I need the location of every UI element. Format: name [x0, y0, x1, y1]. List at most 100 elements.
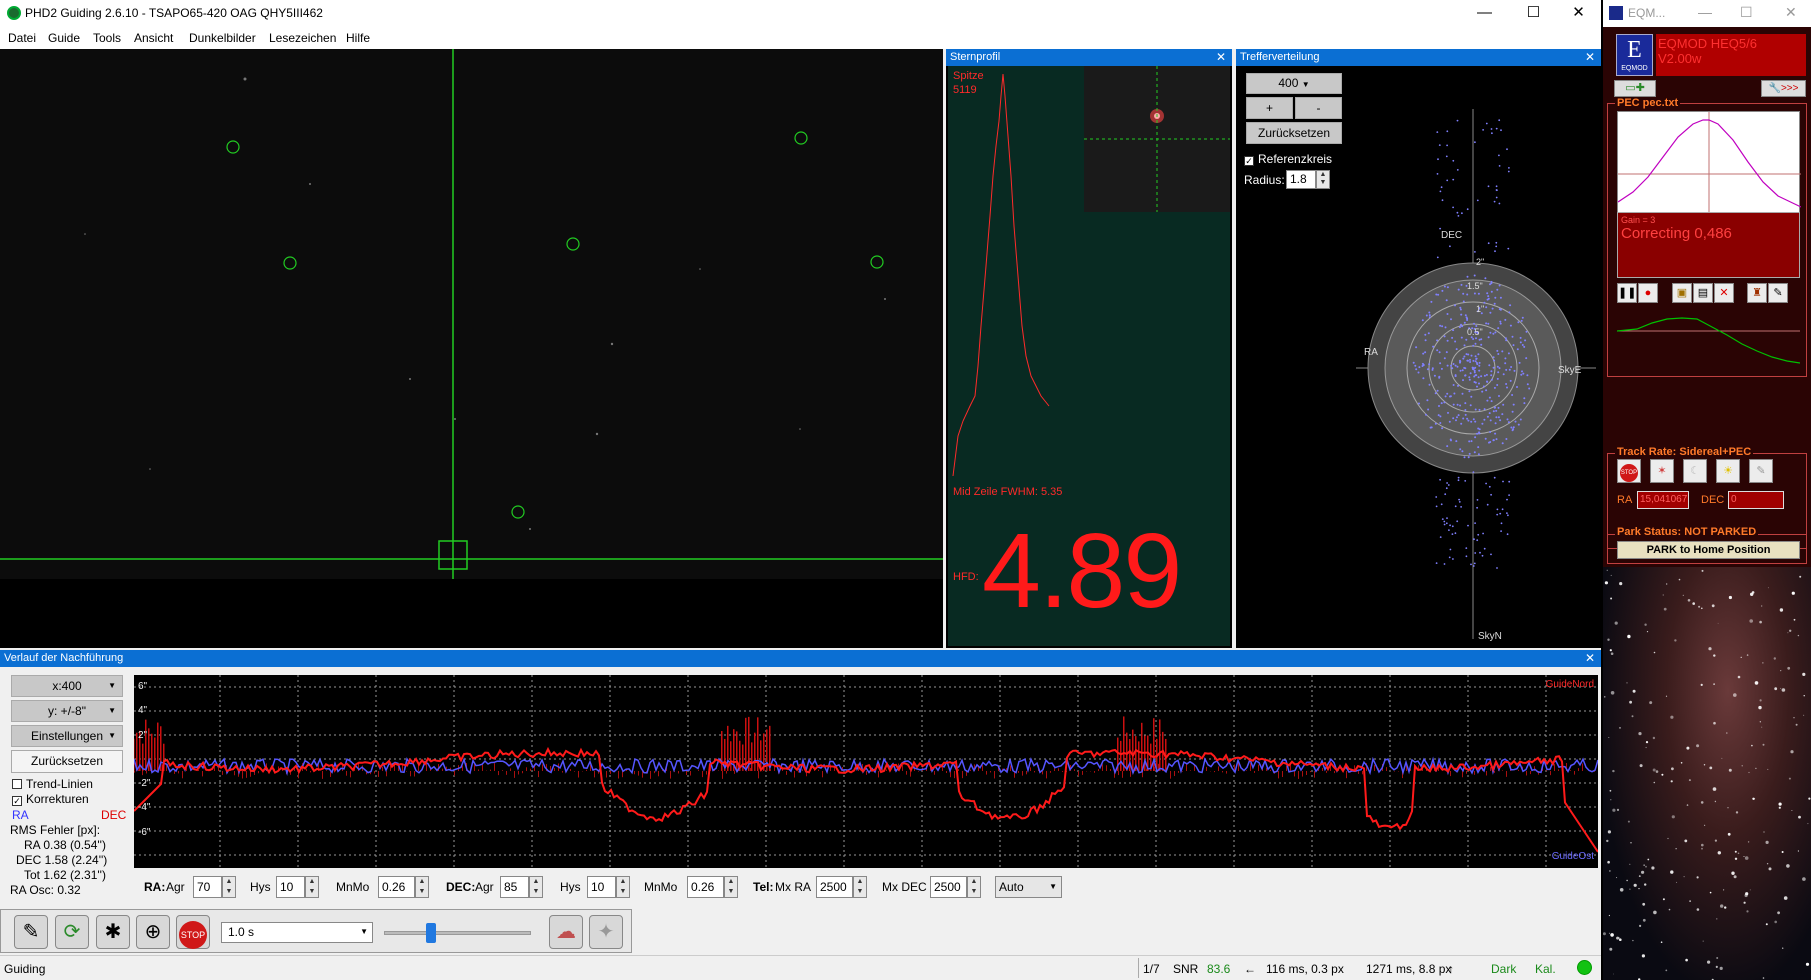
pec-open-icon[interactable]: ▣: [1672, 283, 1692, 303]
dec-minmove-input[interactable]: 0.26 ▲ ▼: [687, 876, 738, 898]
dec-agr-spinner[interactable]: ▲ ▼: [529, 876, 543, 898]
pec-save-icon[interactable]: ▤: [1693, 283, 1713, 303]
camera-image[interactable]: [0, 49, 943, 579]
close-button[interactable]: ✕: [1556, 2, 1601, 26]
background-star: [1765, 840, 1769, 844]
camera-view[interactable]: [0, 49, 943, 648]
background-star: [1728, 768, 1732, 772]
dec-agr-value: 85: [504, 880, 518, 894]
scatter-point: [1472, 344, 1475, 347]
menu-ansicht[interactable]: Ansicht: [134, 31, 173, 45]
settings-select[interactable]: Einstellungen ▼: [11, 725, 123, 747]
eqmod-window-title: EQM...: [1628, 6, 1666, 20]
menu-dunkelbilder[interactable]: Dunkelbilder: [189, 31, 256, 45]
pec-record-icon[interactable]: ●: [1638, 283, 1658, 303]
eqmod-setup-icon[interactable]: 🔧>>>: [1761, 80, 1806, 97]
eqmod-maximize-button[interactable]: ☐: [1740, 4, 1753, 21]
eqmod-close-button[interactable]: ✕: [1785, 4, 1797, 21]
scatter-point: [1462, 379, 1464, 382]
ra-hys-spinner[interactable]: ▲ ▼: [305, 876, 319, 898]
corrections-checkbox[interactable]: ✓ Korrekturen: [12, 792, 89, 806]
dec-hysteresis-input[interactable]: 10 ▲ ▼: [587, 876, 630, 898]
menu-datei[interactable]: Datei: [8, 31, 36, 45]
eqmod-add-icon[interactable]: ▭✚: [1614, 80, 1656, 97]
scatter-point: [1475, 357, 1478, 360]
menu-guide[interactable]: Guide: [48, 31, 80, 45]
maximize-button[interactable]: ☐: [1511, 2, 1556, 26]
ra-mnmo-spinner[interactable]: ▲ ▼: [415, 876, 429, 898]
pec-delete-icon[interactable]: ✕: [1714, 283, 1734, 303]
scatter-point: [1437, 293, 1440, 296]
chevron-down-icon: ▼: [108, 706, 116, 715]
scatter-point: [1509, 304, 1512, 307]
star-profile-close-button[interactable]: ✕: [1216, 49, 1226, 66]
tools-icon[interactable]: ✦: [589, 915, 623, 949]
pec-pause-icon[interactable]: ❚❚: [1617, 283, 1637, 303]
stop-button[interactable]: STOP: [176, 915, 210, 949]
guide-history-graph[interactable]: 6" 4" 2" -2" -4" -6" GuideNord GuideOst: [134, 675, 1598, 868]
exposure-select[interactable]: 1.0 s ▼: [221, 922, 373, 943]
scatter-point: [1454, 304, 1456, 307]
scatter-point: [1477, 446, 1480, 449]
trend-lines-checkbox[interactable]: Trend-Linien: [12, 777, 93, 791]
scatter-point: [1457, 479, 1460, 482]
ra-mnmo-value: 0.26: [382, 880, 406, 894]
ra-agr-spinner[interactable]: ▲ ▼: [222, 876, 236, 898]
track-stop-icon[interactable]: STOP: [1617, 459, 1641, 483]
dec-aggressiveness-input[interactable]: 85 ▲ ▼: [500, 876, 543, 898]
mx-dec-spinner[interactable]: ▲ ▼: [967, 876, 981, 898]
track-sidereal-icon[interactable]: ✶: [1650, 459, 1674, 483]
guide-crosshair-icon[interactable]: ⊕: [136, 915, 170, 949]
ra-hysteresis-input[interactable]: 10 ▲ ▼: [276, 876, 319, 898]
scatter-point: [1430, 426, 1433, 429]
pec-edit-icon[interactable]: ✎: [1768, 283, 1788, 303]
correction-bar: [678, 771, 679, 774]
scatter-point: [1449, 395, 1451, 398]
loop-exposure-icon[interactable]: ⟳: [55, 915, 89, 949]
menu-lesezeichen[interactable]: Lesezeichen: [269, 31, 336, 45]
scatter-point: [1485, 122, 1488, 125]
menu-hilfe[interactable]: Hilfe: [346, 31, 370, 45]
max-ra-duration-input[interactable]: 2500 ▲ ▼: [816, 876, 867, 898]
dec-hys-spinner[interactable]: ▲ ▼: [616, 876, 630, 898]
max-dec-duration-input[interactable]: 2500 ▲ ▼: [930, 876, 981, 898]
scatter-point: [1480, 343, 1483, 346]
scatter-point: [1501, 442, 1504, 445]
history-close-button[interactable]: ✕: [1585, 650, 1595, 667]
scatter-point: [1478, 408, 1481, 411]
track-solar-icon[interactable]: ☀: [1716, 459, 1740, 483]
ra-aggressiveness-input[interactable]: 70 ▲ ▼: [193, 876, 236, 898]
x-scale-select[interactable]: x:400 ▼: [11, 675, 123, 697]
track-lunar-icon[interactable]: ☾: [1683, 459, 1707, 483]
ring-label-2: 2": [1476, 257, 1485, 267]
brain-settings-icon[interactable]: ☁: [549, 915, 583, 949]
scatter-point: [1490, 374, 1493, 377]
park-button[interactable]: PARK to Home Position: [1617, 541, 1800, 559]
gamma-slider[interactable]: [384, 922, 531, 943]
correction-bar: [798, 771, 799, 773]
pec-tool-icon[interactable]: ♜: [1747, 283, 1767, 303]
dec-mnmo-spinner[interactable]: ▲ ▼: [724, 876, 738, 898]
track-custom-icon[interactable]: ✎: [1749, 459, 1773, 483]
correction-bar: [970, 769, 971, 771]
correction-bar: [586, 769, 587, 771]
auto-select-star-icon[interactable]: ✱: [96, 915, 130, 949]
track-dec-input[interactable]: 0: [1728, 491, 1784, 509]
background-star: [1619, 582, 1623, 586]
y-scale-select[interactable]: y: +/-8" ▼: [11, 700, 123, 722]
track-ra-input[interactable]: 15,041067: [1637, 491, 1689, 509]
history-reset-button[interactable]: Zurücksetzen: [11, 750, 123, 773]
menu-tools[interactable]: Tools: [93, 31, 121, 45]
mx-ra-spinner[interactable]: ▲ ▼: [853, 876, 867, 898]
slider-thumb[interactable]: [426, 923, 436, 943]
scatter-point: [1483, 547, 1486, 550]
dec-legend: DEC: [101, 808, 127, 822]
usb-connect-icon[interactable]: ✎: [14, 915, 48, 949]
scatter-point: [1496, 513, 1499, 516]
scatter-point: [1474, 342, 1477, 345]
eqmod-minimize-button[interactable]: —: [1698, 4, 1712, 20]
minimize-button[interactable]: —: [1462, 2, 1507, 26]
correction-bar: [1178, 771, 1179, 773]
dec-guide-mode-select[interactable]: Auto ▼: [995, 876, 1062, 898]
ra-minmove-input[interactable]: 0.26 ▲ ▼: [378, 876, 429, 898]
